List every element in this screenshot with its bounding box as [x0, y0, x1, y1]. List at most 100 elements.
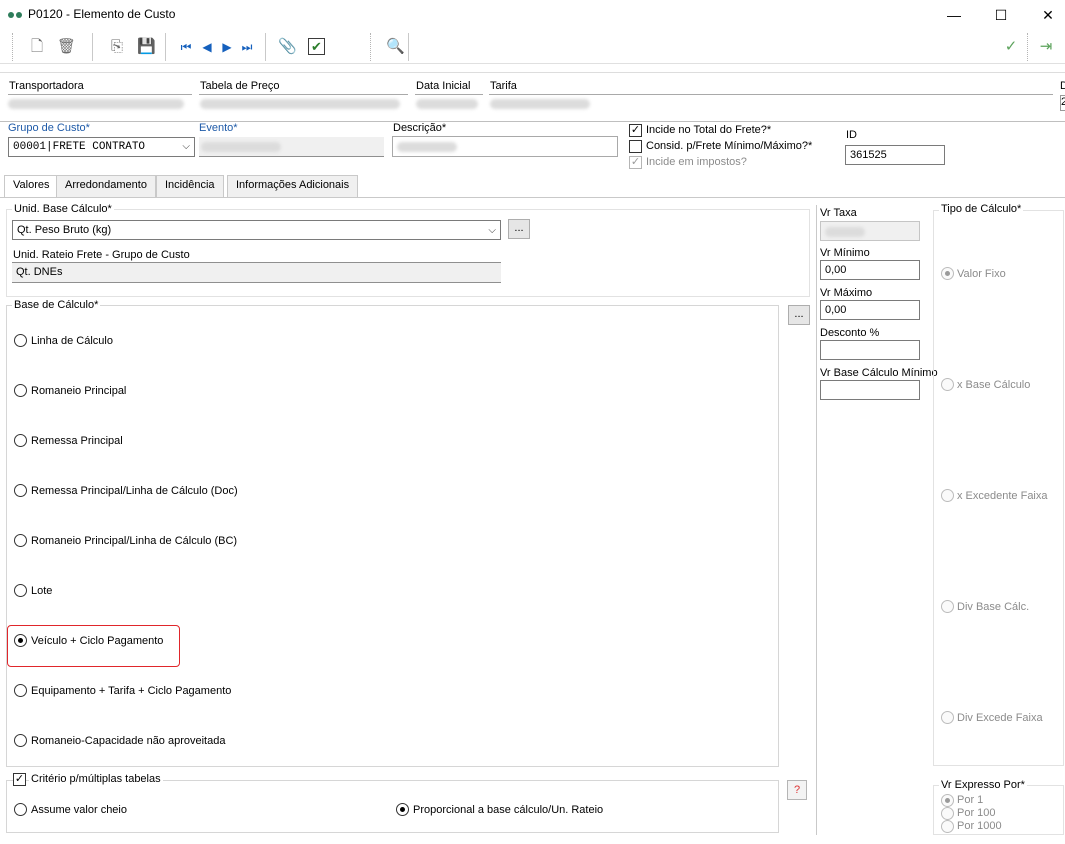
evento-value	[201, 142, 281, 152]
unid-base-label: Unid. Base Cálculo*	[12, 203, 114, 215]
data-inicial-value	[416, 99, 478, 109]
radio-label: Remessa Principal	[31, 435, 123, 447]
tarifa-label: Tarifa	[490, 80, 517, 92]
next-record-icon[interactable]: ▶	[218, 38, 236, 56]
radio-por-100[interactable]	[941, 807, 954, 820]
rateio-label: Unid. Rateio Frete - Grupo de Custo	[13, 249, 190, 261]
radio-linha-calculo[interactable]	[14, 334, 27, 347]
radio-label: Romaneio Principal	[31, 385, 127, 397]
transportadora-label: Transportadora	[9, 80, 84, 92]
maximize-button[interactable]: ☐	[978, 0, 1024, 30]
radio-equipamento-tarifa-ciclo[interactable]	[14, 684, 27, 697]
data-inicial-label: Data Inicial	[416, 80, 471, 92]
first-record-icon[interactable]: ⏮	[177, 38, 195, 56]
incide-total-checkbox[interactable]: ✓	[629, 124, 642, 137]
radio-x-base-calculo[interactable]	[941, 378, 954, 391]
new-icon[interactable]: 🗋	[28, 38, 46, 56]
toolbar-grip	[12, 33, 14, 61]
exit-icon[interactable]: ⇥	[1037, 38, 1055, 56]
tab-valores[interactable]: Valores	[4, 175, 59, 198]
previous-record-icon[interactable]: ◀	[198, 38, 216, 56]
evento-field[interactable]	[199, 137, 384, 157]
radio-label: Assume valor cheio	[31, 804, 127, 816]
incide-impostos-checkbox[interactable]: ✓	[629, 156, 642, 169]
radio-lote[interactable]	[14, 584, 27, 597]
radio-label: Por 100	[957, 807, 996, 819]
radio-label: Div Excede Faixa	[957, 712, 1043, 724]
save-icon[interactable]: 💾	[137, 38, 156, 56]
desconto-label: Desconto %	[820, 327, 880, 339]
last-record-icon[interactable]: ⏭	[238, 38, 256, 56]
divider	[489, 94, 1053, 95]
toolbar: 🗋 🗑 ⎘ 💾 ⏮ ◀ ▶ ⏭ 📎 ✔ 🔍 ✓ ⇥	[0, 30, 1065, 64]
toolbar-separator	[165, 33, 166, 61]
column-divider	[816, 205, 817, 835]
desconto-field[interactable]	[820, 340, 920, 360]
radio-label: Proporcional a base cálculo/Un. Rateio	[413, 804, 604, 816]
radio-div-excede-faixa[interactable]	[941, 711, 954, 724]
rateio-field[interactable]: Qt. DNEs	[12, 262, 501, 283]
radio-label: Linha de Cálculo	[31, 335, 113, 347]
minimize-button[interactable]: —	[931, 0, 977, 30]
vr-expresso-label: Vr Expresso Por*	[939, 779, 1027, 791]
ok-icon[interactable]: ✓	[1002, 38, 1020, 56]
radio-por-1000[interactable]	[941, 820, 954, 833]
radio-x-excedente-faixa[interactable]	[941, 489, 954, 502]
consid-min-max-checkbox[interactable]	[629, 140, 642, 153]
radio-assume-valor-cheio[interactable]	[14, 803, 27, 816]
radio-label: Por 1	[957, 794, 984, 806]
radio-romaneio-principal[interactable]	[14, 384, 27, 397]
radio-label: Div Base Cálc.	[957, 601, 1030, 613]
base-calculo-lookup-button[interactable]: ...	[788, 305, 810, 325]
close-button[interactable]: ✕	[1025, 0, 1065, 30]
unid-base-lookup-button[interactable]: ...	[508, 219, 530, 239]
tab-informacoes-adicionais[interactable]: Informações Adicionais	[227, 175, 359, 197]
radio-label: Por 1000	[957, 820, 1002, 832]
radio-romaneio-capacidade[interactable]	[14, 734, 27, 747]
vr-base-minimo-field[interactable]	[820, 380, 920, 400]
vr-maximo-field[interactable]: 0,00	[820, 300, 920, 320]
toolbar-separator	[92, 33, 93, 61]
radio-remessa-linha-doc[interactable]	[14, 484, 27, 497]
vr-minimo-field[interactable]: 0,00	[820, 260, 920, 280]
search-icon[interactable]: 🔍	[386, 38, 405, 56]
tab-divider	[0, 197, 1065, 198]
unid-base-select[interactable]: Qt. Peso Bruto (kg) ⌵	[12, 220, 501, 240]
tipo-calculo-group	[933, 210, 1064, 766]
divider	[199, 94, 408, 95]
tabela-preco-value	[200, 99, 400, 109]
confirm-icon[interactable]: ✔	[308, 38, 325, 55]
id-field[interactable]: 361525	[845, 145, 945, 165]
radio-label: Remessa Principal/Linha de Cálculo (Doc)	[31, 485, 238, 497]
help-button[interactable]: ?	[787, 780, 807, 800]
window-title: P0120 - Elemento de Custo	[28, 7, 176, 21]
radio-valor-fixo[interactable]	[941, 267, 954, 280]
evento-label: Evento*	[199, 122, 238, 134]
radio-remessa-principal[interactable]	[14, 434, 27, 447]
tab-incidencia[interactable]: Incidência	[156, 175, 224, 197]
app-icon	[8, 12, 14, 18]
tabela-preco-label: Tabela de Preço	[200, 80, 280, 92]
descricao-field[interactable]	[392, 136, 618, 157]
tab-arredondamento[interactable]: Arredondamento	[56, 175, 156, 197]
radio-romaneio-linha-bc[interactable]	[14, 534, 27, 547]
copy-icon[interactable]: ⎘	[108, 38, 126, 56]
radio-proporcional[interactable]	[396, 803, 409, 816]
grupo-custo-select[interactable]: 00001|FRETE CONTRATO ⌵	[8, 137, 195, 157]
incide-total-label: Incide no Total do Frete?*	[646, 124, 772, 136]
grupo-custo-value: 00001|FRETE CONTRATO	[13, 141, 146, 153]
radio-label: x Base Cálculo	[957, 379, 1031, 391]
delete-icon[interactable]: 🗑	[57, 38, 76, 56]
criterio-checkbox[interactable]: ✓	[13, 773, 26, 786]
toolbar-separator	[408, 33, 409, 61]
grupo-custo-label: Grupo de Custo*	[8, 122, 90, 134]
vr-taxa-value	[825, 227, 865, 237]
radio-por-1[interactable]	[941, 794, 954, 807]
radio-label: Romaneio Principal/Linha de Cálculo (BC)	[31, 535, 238, 547]
radio-div-base-calc[interactable]	[941, 600, 954, 613]
header-cut-label: D	[1060, 80, 1065, 92]
attach-icon[interactable]: 📎	[278, 38, 297, 56]
selection-highlight	[7, 625, 180, 667]
radio-label: Equipamento + Tarifa + Ciclo Pagamento	[31, 685, 232, 697]
header-cut-field[interactable]: 2	[1060, 95, 1065, 111]
